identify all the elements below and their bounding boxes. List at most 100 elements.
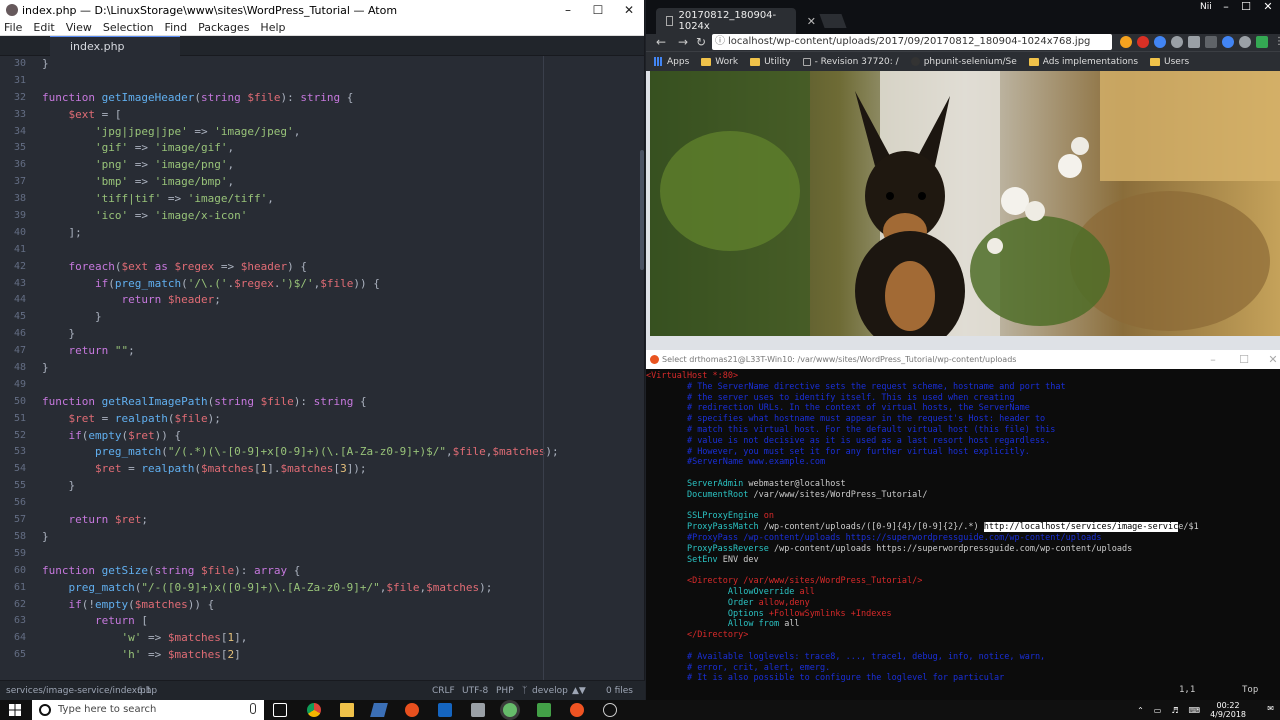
editor-scrollbar[interactable] [640,150,644,270]
code-line[interactable]: 45 } [0,309,645,326]
status-cursor-position[interactable]: 6:1 [137,686,151,696]
status-file-path[interactable]: services/image-service/index.php [6,686,157,696]
code-line[interactable]: 62 if(!empty($matches)) { [0,597,645,614]
ubuntu-taskbar-icon[interactable] [570,703,584,717]
extension-icon[interactable] [1256,36,1268,48]
app-icon[interactable] [370,703,388,717]
app-icon[interactable] [438,703,452,717]
extension-icon[interactable] [1137,36,1149,48]
bookmark-utility[interactable]: Utility [750,57,791,67]
chrome-maximize-icon[interactable]: ☐ [1234,0,1258,18]
code-line[interactable]: 44 return $header; [0,292,645,309]
extension-icon[interactable] [1120,36,1132,48]
bookmark-users[interactable]: Users [1150,57,1189,67]
bookmark-phpunit[interactable]: phpunit-selenium/Se [910,57,1017,67]
extension-icon[interactable] [1171,36,1183,48]
code-line[interactable]: 57 return $ret; [0,512,645,529]
code-line[interactable]: 47 return ""; [0,343,645,360]
status-encoding[interactable]: UTF-8 [462,686,488,696]
bookmark-apps[interactable]: Apps [654,57,689,67]
profile-name[interactable]: Nii [1200,2,1212,12]
app-icon[interactable] [537,703,551,717]
chrome-tab-image[interactable]: 20170812_180904-1024x ✕ [656,8,816,34]
code-line[interactable]: 54 $ret = realpath($matches[1].$matches[… [0,461,645,478]
code-line[interactable]: 30} [0,56,645,73]
code-line[interactable]: 35 'gif' => 'image/gif', [0,140,645,157]
menu-find[interactable]: Find [165,20,188,35]
volume-icon[interactable]: ♬ [1171,706,1178,715]
code-line[interactable]: 63 return [ [0,613,645,630]
terminal-minimize-icon[interactable]: – [1198,350,1228,369]
taskbar-search-input[interactable]: Type here to search [32,700,264,720]
status-grammar[interactable]: PHP [496,686,514,696]
code-line[interactable]: 31 [0,73,645,90]
reload-icon[interactable]: ↻ [696,35,706,49]
forward-icon[interactable]: → [678,35,688,49]
new-tab-button[interactable] [819,14,847,28]
code-line[interactable]: 50 function getRealImagePath(string $file… [0,394,645,411]
code-line[interactable]: 61 preg_match("/-([0-9]+)x([0-9]+)\.[A-Z… [0,580,645,597]
code-line[interactable]: 48} [0,360,645,377]
bookmark-ads[interactable]: Ads implementations [1028,57,1138,67]
chrome-menu-icon[interactable]: ⋮ [1273,36,1280,48]
code-line[interactable]: 56 [0,495,645,512]
code-line[interactable]: 42 foreach($ext as $regex => $header) { [0,259,645,276]
task-view-icon[interactable] [273,703,287,717]
menu-selection[interactable]: Selection [103,20,154,35]
chevron-up-icon[interactable]: ⌃ [1137,706,1144,715]
menu-packages[interactable]: Packages [198,20,249,35]
close-icon[interactable]: ✕ [614,0,644,20]
code-line[interactable]: 49 [0,377,645,394]
code-line[interactable]: 64 'w' => $matches[1], [0,630,645,647]
chrome-close-icon[interactable]: ✕ [1256,0,1280,18]
bookmark-revision[interactable]: - Revision 37720: / [802,57,899,67]
code-editor[interactable]: 30} 31 32 function getImageHeader(string $f… [0,56,645,680]
firefox-icon[interactable] [405,703,419,717]
status-files[interactable]: 0 files [606,686,633,696]
code-line[interactable]: 51 $ret = realpath($file); [0,411,645,428]
code-line[interactable]: 53 preg_match("/(.*)(\-[0-9]+x[0-9]+)(\.… [0,444,645,461]
bookmark-work[interactable]: Work [701,57,738,67]
code-line[interactable]: 58} [0,529,645,546]
keyboard-icon[interactable]: ⌨ [1189,706,1201,715]
atom-taskbar-icon[interactable] [503,703,517,717]
extension-icon[interactable] [1239,36,1251,48]
code-line[interactable]: 34 'jpg|jpeg|jpe' => 'image/jpeg', [0,124,645,141]
minimize-icon[interactable]: – [553,0,583,20]
git-arrows-icon[interactable]: ▲▼ [572,686,586,696]
taskbar-clock[interactable]: 00:22 4/9/2018 [1210,701,1246,719]
windows-start-icon[interactable] [0,700,30,720]
code-line[interactable]: 33 $ext = [ [0,107,645,124]
code-line[interactable]: 65 'h' => $matches[2] [0,647,645,664]
settings-icon[interactable] [603,703,617,717]
extension-icon[interactable] [1222,36,1234,48]
tab-close-icon[interactable]: ✕ [807,15,816,28]
microphone-icon[interactable] [250,703,256,714]
back-icon[interactable]: ← [656,35,666,49]
menu-edit[interactable]: Edit [33,20,54,35]
info-icon[interactable]: ⓘ [715,34,725,50]
terminal-close-icon[interactable]: ✕ [1258,350,1280,369]
terminal-maximize-icon[interactable]: ☐ [1229,350,1259,369]
address-bar[interactable]: ⓘ localhost/wp-content/uploads/2017/09/2… [712,34,1112,50]
menu-help[interactable]: Help [260,20,285,35]
file-explorer-icon[interactable] [340,703,354,717]
code-line[interactable]: 41 [0,242,645,259]
status-line-ending[interactable]: CRLF [432,686,455,696]
app-icon[interactable] [471,703,485,717]
code-line[interactable]: 38 'tiff|tif' => 'image/tiff', [0,191,645,208]
extension-icon[interactable] [1154,36,1166,48]
menu-view[interactable]: View [66,20,92,35]
code-line[interactable]: 43 if(preg_match('/\.('.$regex.')$/',$fi… [0,276,645,293]
code-line[interactable]: 46 } [0,326,645,343]
code-line[interactable]: 32 function getImageHeader(string $file):… [0,90,645,107]
code-line[interactable]: 36 'png' => 'image/png', [0,157,645,174]
maximize-icon[interactable]: ☐ [583,0,613,20]
terminal-output[interactable]: <VirtualHost *:80> # The ServerName dire… [646,371,1280,684]
code-line[interactable]: 52 if(empty($ret)) { [0,428,645,445]
status-git-branch[interactable]: develop [532,686,568,696]
code-line[interactable]: 40 ]; [0,225,645,242]
chrome-taskbar-icon[interactable] [307,703,321,717]
code-line[interactable]: 37 'bmp' => 'image/bmp', [0,174,645,191]
notifications-icon[interactable]: ✉ [1267,704,1274,713]
